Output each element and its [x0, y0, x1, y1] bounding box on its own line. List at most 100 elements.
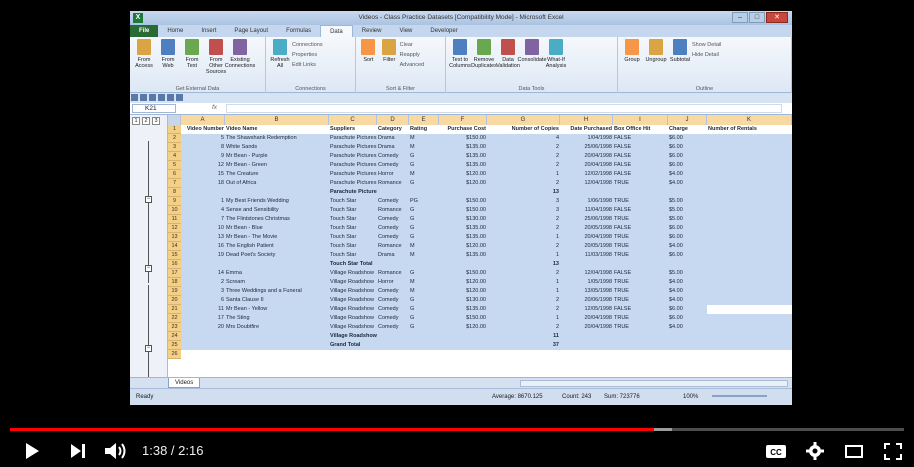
open-icon[interactable]: [167, 94, 174, 101]
cell-C18[interactable]: Village Roadshow: [329, 278, 377, 287]
cell-I24[interactable]: [613, 332, 668, 341]
cell-F12[interactable]: $135.00: [439, 224, 487, 233]
cell-C17[interactable]: Village Roadshow: [329, 269, 377, 278]
cell-G3[interactable]: 2: [487, 143, 560, 152]
cell-F16[interactable]: [439, 260, 487, 269]
cell-H25[interactable]: [560, 341, 613, 350]
cell-I10[interactable]: FALSE: [613, 206, 668, 215]
cell-B5[interactable]: Mr Bean - Green: [225, 161, 329, 170]
row-header[interactable]: 17: [168, 269, 181, 278]
cell-D19[interactable]: Comedy: [377, 287, 409, 296]
cell-H20[interactable]: 20/06/1998: [560, 296, 613, 305]
cell-I16[interactable]: [613, 260, 668, 269]
cell-K19[interactable]: [707, 287, 792, 296]
cell-E26[interactable]: [409, 350, 439, 359]
tab-file[interactable]: File: [130, 25, 159, 37]
outline-level-2-button[interactable]: 2: [142, 117, 150, 125]
new-icon[interactable]: [158, 94, 165, 101]
row-header[interactable]: 23: [168, 323, 181, 332]
cell-K14[interactable]: [707, 242, 792, 251]
cell-K7[interactable]: [707, 179, 792, 188]
cell-J26[interactable]: [668, 350, 707, 359]
cell-B1[interactable]: Video Name: [225, 125, 329, 134]
cell-D7[interactable]: Romance: [377, 179, 409, 188]
cell-D3[interactable]: Drama: [377, 143, 409, 152]
cell-B3[interactable]: White Sands: [225, 143, 329, 152]
save-icon[interactable]: [131, 94, 138, 101]
cell-B24[interactable]: [225, 332, 329, 341]
cell-B12[interactable]: Mr Bean - Blue: [225, 224, 329, 233]
volume-icon[interactable]: [104, 441, 128, 461]
cell-A9[interactable]: 1: [181, 197, 225, 206]
cell-A22[interactable]: 17: [181, 314, 225, 323]
cell-J3[interactable]: $6.00: [668, 143, 707, 152]
cell-G13[interactable]: 1: [487, 233, 560, 242]
cell-K21[interactable]: [707, 305, 792, 314]
row-header[interactable]: 15: [168, 251, 181, 260]
cell-E18[interactable]: M: [409, 278, 439, 287]
cell-I26[interactable]: [613, 350, 668, 359]
cell-G22[interactable]: 1: [487, 314, 560, 323]
row-header[interactable]: 20: [168, 296, 181, 305]
row-header[interactable]: 10: [168, 206, 181, 215]
cell-C7[interactable]: Parachute Pictures: [329, 179, 377, 188]
cell-A24[interactable]: [181, 332, 225, 341]
cell-H15[interactable]: 11/03/1998: [560, 251, 613, 260]
cell-E12[interactable]: G: [409, 224, 439, 233]
tab-home[interactable]: Home: [158, 25, 192, 37]
cell-C24[interactable]: Village Roadshow Total: [329, 332, 377, 341]
column-header-C[interactable]: C: [329, 115, 377, 125]
column-header-H[interactable]: H: [560, 115, 613, 125]
cell-E7[interactable]: G: [409, 179, 439, 188]
cell-H5[interactable]: 20/04/1998: [560, 161, 613, 170]
cell-B18[interactable]: Scream: [225, 278, 329, 287]
ribbon-small-clear[interactable]: Clear: [400, 41, 443, 49]
cell-D25[interactable]: [377, 341, 409, 350]
cell-G17[interactable]: 2: [487, 269, 560, 278]
cell-F4[interactable]: $135.00: [439, 152, 487, 161]
cell-E13[interactable]: G: [409, 233, 439, 242]
cell-J9[interactable]: $5.00: [668, 197, 707, 206]
outline-level-3-button[interactable]: 3: [152, 117, 160, 125]
column-header-D[interactable]: D: [377, 115, 409, 125]
cell-F24[interactable]: [439, 332, 487, 341]
cell-J1[interactable]: Charge: [668, 125, 707, 134]
cell-A3[interactable]: 8: [181, 143, 225, 152]
cell-E19[interactable]: M: [409, 287, 439, 296]
tab-view[interactable]: View: [390, 25, 421, 37]
formula-input[interactable]: [226, 104, 782, 113]
cell-B20[interactable]: Santa Clause II: [225, 296, 329, 305]
cell-K9[interactable]: [707, 197, 792, 206]
cell-F26[interactable]: [439, 350, 487, 359]
cell-G24[interactable]: 11: [487, 332, 560, 341]
row-header[interactable]: 5: [168, 161, 181, 170]
cell-F18[interactable]: $120.00: [439, 278, 487, 287]
ribbon-button-group[interactable]: Group: [620, 39, 644, 93]
row-header[interactable]: 2: [168, 134, 181, 143]
ribbon-small-reapply[interactable]: Reapply: [400, 51, 443, 59]
cell-B16[interactable]: [225, 260, 329, 269]
cell-D14[interactable]: Romance: [377, 242, 409, 251]
cell-J22[interactable]: $6.00: [668, 314, 707, 323]
ribbon-small-edit-links[interactable]: Edit Links: [292, 61, 342, 69]
cell-A10[interactable]: 4: [181, 206, 225, 215]
ribbon-small-connections[interactable]: Connections: [292, 41, 342, 49]
cell-C1[interactable]: Suppliers: [329, 125, 377, 134]
cell-J11[interactable]: $5.00: [668, 215, 707, 224]
cell-H12[interactable]: 20/05/1998: [560, 224, 613, 233]
cell-G26[interactable]: [487, 350, 560, 359]
cell-E9[interactable]: PG: [409, 197, 439, 206]
cell-K10[interactable]: [707, 206, 792, 215]
cell-D24[interactable]: [377, 332, 409, 341]
cell-D13[interactable]: Comedy: [377, 233, 409, 242]
cell-K18[interactable]: [707, 278, 792, 287]
row-header[interactable]: 12: [168, 224, 181, 233]
cell-I14[interactable]: TRUE: [613, 242, 668, 251]
cell-K22[interactable]: [707, 314, 792, 323]
row-header[interactable]: 9: [168, 197, 181, 206]
cell-D2[interactable]: Drama: [377, 134, 409, 143]
cell-A25[interactable]: [181, 341, 225, 350]
cell-G1[interactable]: Number of Copies: [487, 125, 560, 134]
row-header[interactable]: 21: [168, 305, 181, 314]
cell-G10[interactable]: 3: [487, 206, 560, 215]
